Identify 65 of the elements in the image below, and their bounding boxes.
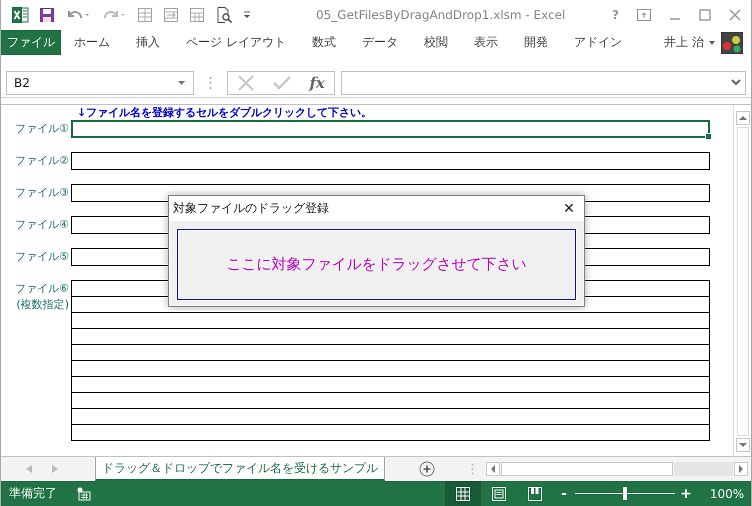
ribbon-tab[interactable]: 表示 bbox=[460, 30, 511, 55]
ribbon-tab[interactable]: 挿入 bbox=[123, 30, 173, 55]
ribbon-tab[interactable]: 校閲 bbox=[410, 30, 461, 55]
row-label: ファイル⑥ bbox=[14, 281, 70, 297]
customize-caret-icon[interactable] bbox=[243, 11, 251, 19]
avatar-icon[interactable] bbox=[721, 32, 743, 54]
scrollbar-thumb[interactable] bbox=[736, 127, 748, 436]
ribbon-display-icon[interactable] bbox=[637, 9, 651, 21]
enter-check-icon[interactable] bbox=[273, 74, 292, 90]
ribbon-tab[interactable]: 開発 bbox=[510, 30, 561, 55]
grid-icon bbox=[456, 486, 470, 500]
user-name[interactable]: 井上 治 bbox=[664, 34, 704, 51]
caret-icon[interactable] bbox=[709, 40, 715, 44]
sheet-tab[interactable]: ドラッグ＆ドロップでファイル名を受けるサンプル bbox=[95, 457, 385, 481]
input-cell[interactable] bbox=[71, 376, 710, 392]
input-cell[interactable] bbox=[71, 408, 710, 424]
page-break-icon bbox=[528, 486, 542, 500]
file-tab[interactable]: ファイル bbox=[1, 30, 61, 55]
drop-zone[interactable]: ここに対象ファイルをドラッグさせて下さい bbox=[177, 229, 576, 300]
row-note: (複数指定) bbox=[15, 297, 70, 313]
drag-handle-icon bbox=[209, 76, 212, 90]
input-cell[interactable] bbox=[71, 328, 710, 344]
zoom-level[interactable]: 100% bbox=[703, 486, 751, 500]
save-icon[interactable] bbox=[39, 7, 55, 23]
insert-function-button[interactable]: fx bbox=[309, 74, 325, 92]
row-label: ファイル③ bbox=[14, 185, 70, 201]
input-cell[interactable] bbox=[71, 360, 710, 376]
row-label: ファイル⑤ bbox=[14, 249, 70, 265]
zoom-in-button[interactable]: + bbox=[679, 486, 693, 502]
input-cell[interactable] bbox=[71, 120, 710, 138]
scrollbar-thumb[interactable] bbox=[501, 462, 673, 476]
zoom-out-button[interactable]: - bbox=[557, 486, 571, 502]
excel-logo-icon[interactable] bbox=[11, 6, 29, 24]
dialog-title: 対象ファイルのドラッグ登録 bbox=[173, 200, 329, 217]
normal-view-button[interactable] bbox=[445, 481, 481, 506]
scroll-right-icon[interactable] bbox=[734, 462, 748, 476]
scroll-up-icon[interactable] bbox=[736, 111, 750, 125]
row-label: ファイル④ bbox=[14, 217, 70, 233]
input-cell[interactable] bbox=[71, 392, 710, 408]
macro-record-icon[interactable] bbox=[77, 486, 91, 500]
ribbon-tab[interactable]: 数式 bbox=[298, 30, 349, 55]
input-cell[interactable] bbox=[71, 344, 710, 360]
row-label: ファイル① bbox=[14, 121, 70, 137]
scroll-left-icon[interactable] bbox=[486, 462, 500, 476]
add-sheet-icon[interactable] bbox=[419, 461, 435, 477]
input-cell[interactable] bbox=[71, 152, 710, 170]
formula-input[interactable] bbox=[341, 70, 746, 94]
input-cell[interactable] bbox=[71, 424, 710, 440]
maximize-icon[interactable] bbox=[699, 9, 711, 21]
window-title: 05_GetFilesByDragAndDrop1.xlsm - Excel bbox=[316, 8, 566, 22]
ribbon-tab[interactable]: ページ レイアウト bbox=[173, 30, 299, 55]
status-text: 準備完了 bbox=[9, 485, 57, 502]
close-icon[interactable] bbox=[729, 9, 741, 21]
name-box[interactable]: B2 bbox=[6, 70, 194, 94]
expand-icon[interactable] bbox=[731, 79, 741, 86]
row-label: ファイル② bbox=[14, 153, 70, 169]
ribbon-tab[interactable]: アドイン bbox=[560, 30, 635, 55]
input-cell[interactable] bbox=[71, 312, 710, 328]
close-button[interactable]: ✕ bbox=[554, 200, 584, 216]
ribbon-tab[interactable]: ホーム bbox=[61, 30, 123, 55]
instruction-text: ↓ファイル名を登録するセルをダブルクリックして下さい。 bbox=[76, 105, 374, 120]
ribbon-tab[interactable]: データ bbox=[348, 30, 411, 55]
scroll-down-icon[interactable] bbox=[736, 438, 750, 452]
print-preview-icon[interactable] bbox=[215, 6, 233, 24]
page-icon bbox=[492, 486, 506, 500]
